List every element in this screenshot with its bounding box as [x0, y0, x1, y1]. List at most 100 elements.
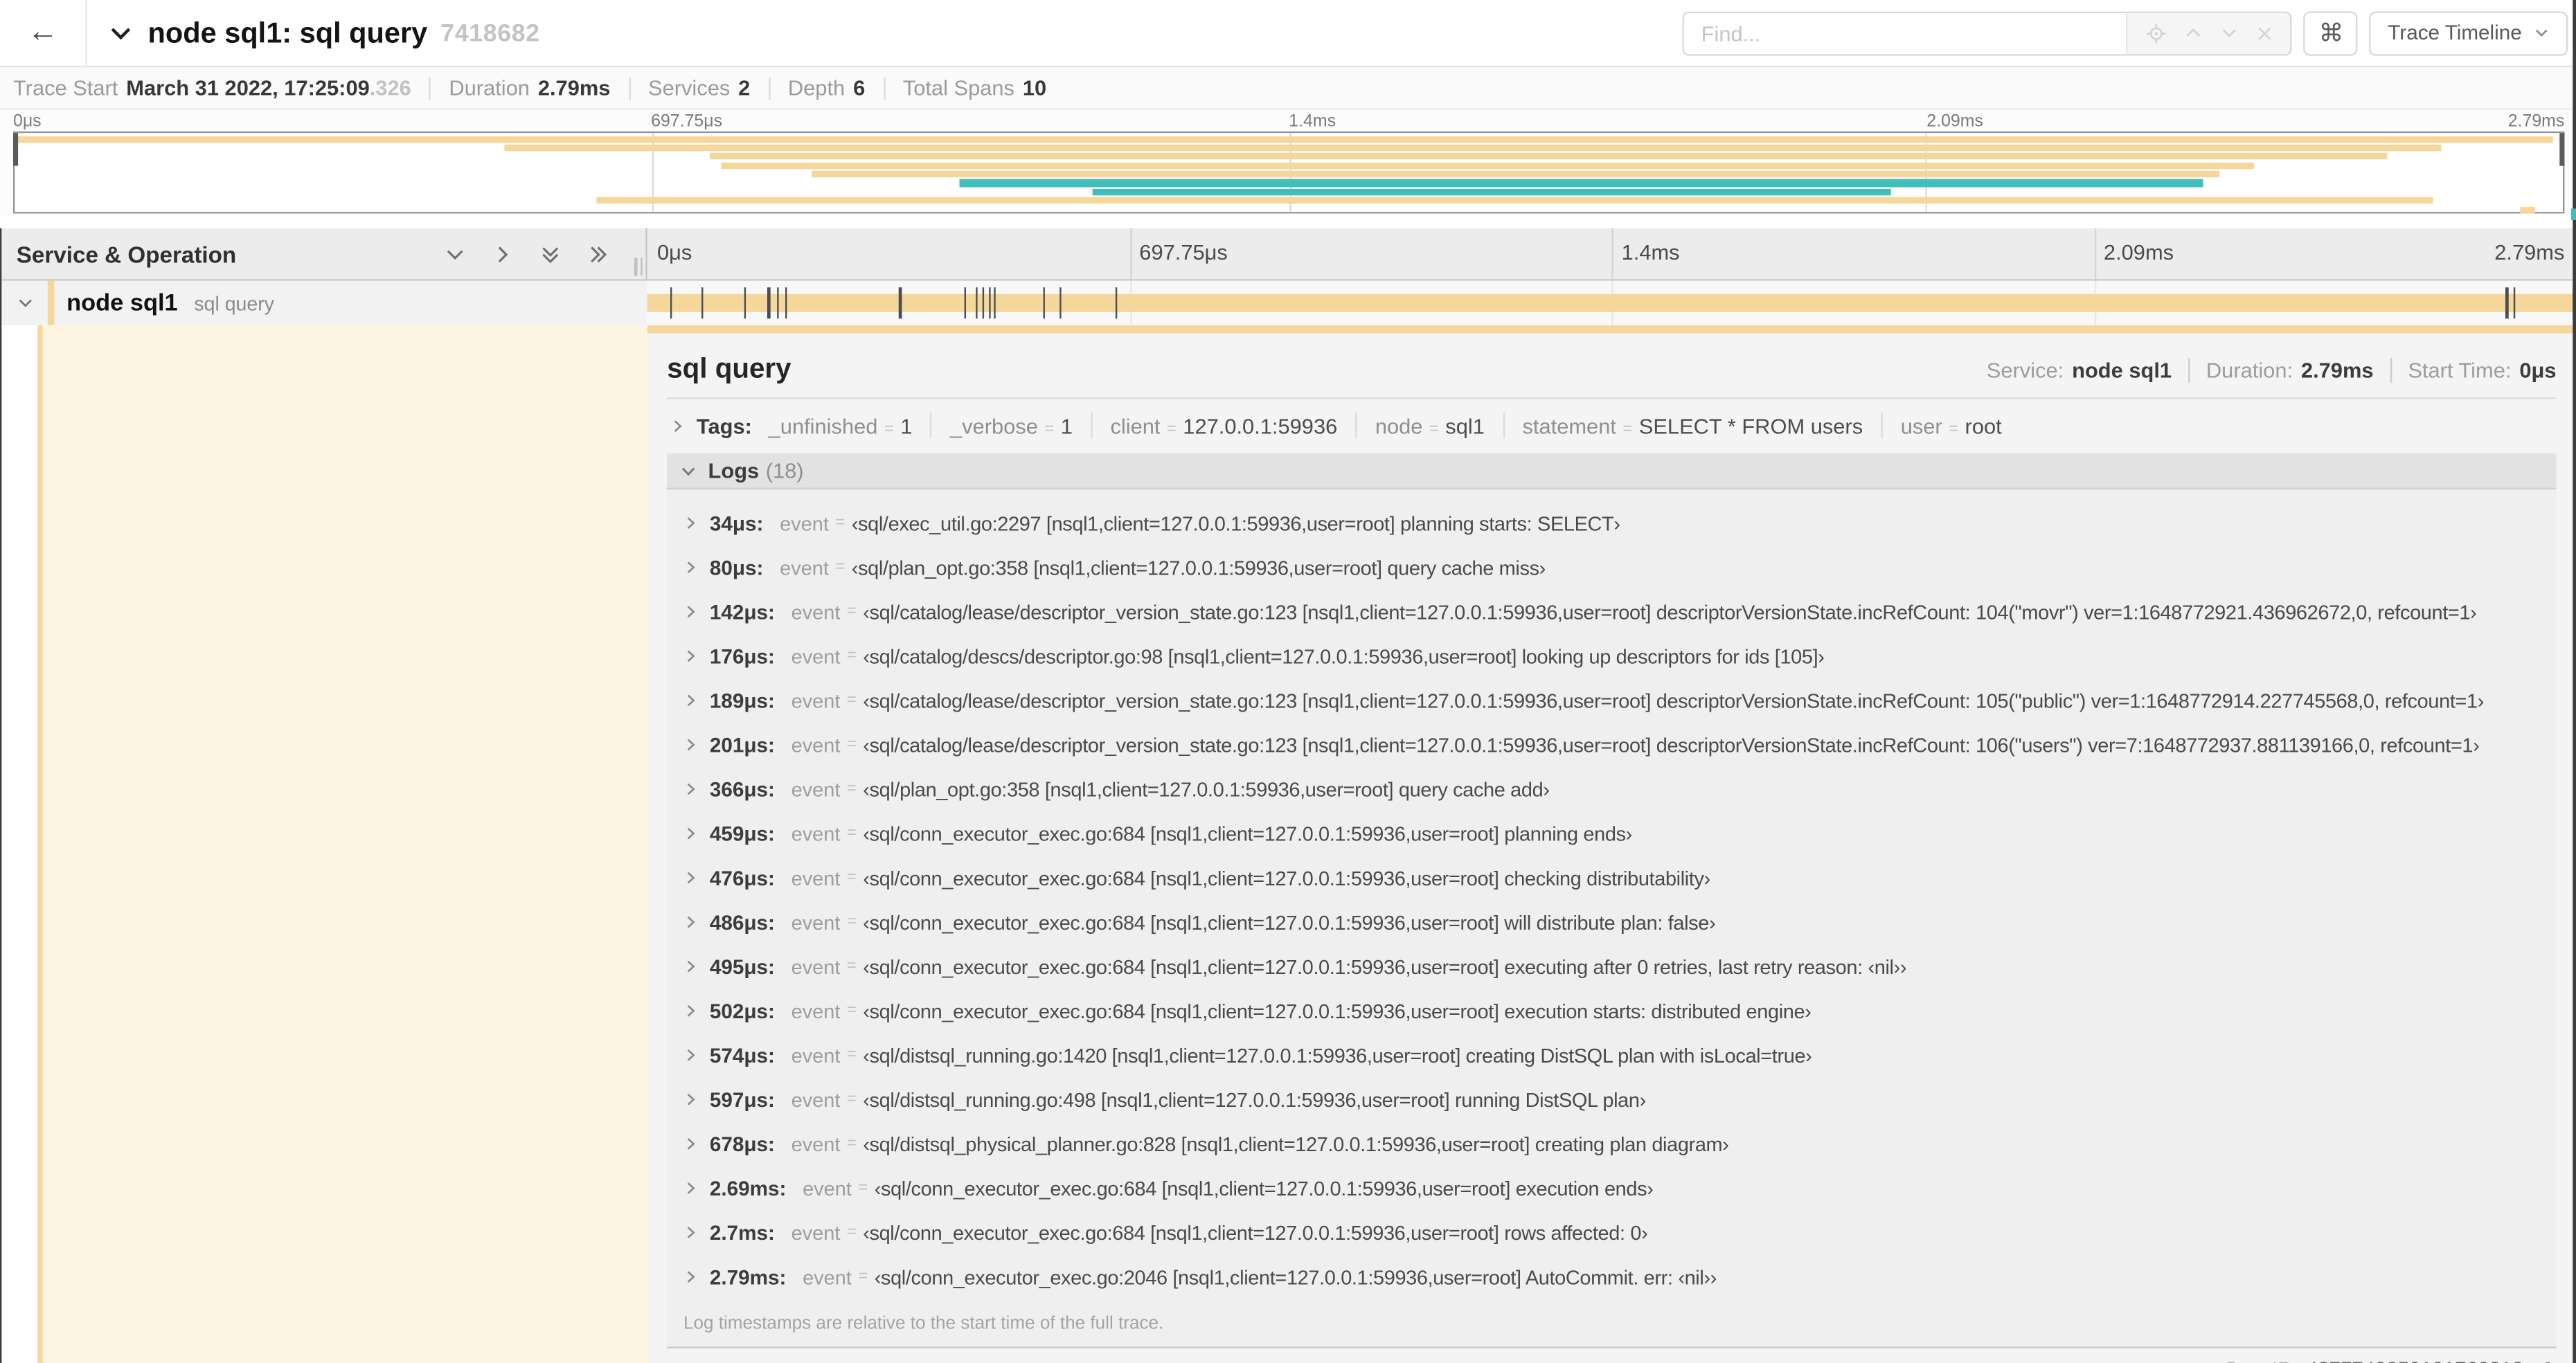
column-resize-grip[interactable] — [634, 258, 643, 276]
trace-minimap: 0μs 697.75μs 1.4ms 2.09ms 2.79ms — [0, 109, 2576, 215]
minimap-span-row — [15, 161, 2563, 170]
tag-item[interactable]: node = sql1 — [1375, 413, 1485, 438]
tags-toggle-row[interactable]: Tags: _unfinished = 1 _verbose = 1 client = 127.… — [667, 404, 2556, 447]
minimap-right-scrubber[interactable] — [2559, 133, 2565, 166]
deep-link-icon[interactable] — [2533, 1359, 2555, 1363]
minimap-canvas[interactable] — [12, 131, 2565, 214]
log-equals: = — [846, 913, 857, 932]
trace-timeline-label: Trace Timeline — [2388, 21, 2522, 45]
log-chevron-right-icon — [683, 737, 698, 752]
log-row[interactable]: 80μs: event = ‹sql/plan_opt.go:358 [nsql1,c… — [667, 545, 2556, 590]
minimap-span-row — [15, 179, 2563, 188]
detail-operation-title: sql query — [667, 353, 791, 385]
log-row[interactable]: 476μs: event = ‹sql/conn_executor_exec.go:6… — [667, 856, 2556, 900]
log-row[interactable]: 678μs: event = ‹sql/distsql_physical_planne… — [667, 1121, 2556, 1166]
trace-expander-chevron-down-icon[interactable] — [109, 21, 134, 46]
logs-toggle-header[interactable]: Logs (18) — [667, 453, 2557, 489]
span-name-cell: node sql1 sql query — [1, 280, 647, 325]
log-row[interactable]: 2.79ms: event = ‹sql/conn_executor_exec.go:… — [667, 1255, 2556, 1299]
log-equals: = — [846, 647, 857, 665]
log-row[interactable]: 597μs: event = ‹sql/distsql_running.go:498 … — [667, 1077, 2556, 1121]
tag-value: sql1 — [1445, 413, 1485, 438]
log-field-key: event — [791, 1132, 841, 1156]
tag-key: node — [1375, 413, 1423, 438]
span-duration-bar[interactable] — [647, 294, 2576, 312]
log-row[interactable]: 495μs: event = ‹sql/conn_executor_exec.go:6… — [667, 944, 2556, 989]
keyboard-shortcuts-button[interactable]: ⌘ — [2304, 10, 2359, 55]
log-timestamp: 476μs: — [709, 866, 775, 890]
back-button[interactable]: ← — [0, 0, 87, 67]
tag-item[interactable]: client = 127.0.0.1:59936 — [1110, 413, 1337, 438]
minimap-span-rows — [15, 135, 2563, 213]
timeline-ruler-tick: 2.79ms — [2494, 240, 2565, 264]
find-clear-x-icon[interactable] — [2256, 24, 2274, 42]
log-row[interactable]: 34μs: event = ‹sql/exec_util.go:2297 [nsql1… — [667, 501, 2556, 545]
log-marker-tick — [785, 287, 787, 319]
log-timestamp: 142μs: — [709, 600, 775, 624]
log-field-value: ‹sql/conn_executor_exec.go:684 [nsql1,cl… — [863, 999, 1812, 1022]
minimap-ruler-tick: 1.4ms — [1289, 111, 1336, 132]
log-row[interactable]: 574μs: event = ‹sql/distsql_running.go:1420… — [667, 1033, 2556, 1077]
log-row[interactable]: 502μs: event = ‹sql/conn_executor_exec.go:6… — [667, 989, 2556, 1033]
log-timestamp: 597μs: — [709, 1087, 775, 1111]
service-operation-header: Service & Operation — [1, 228, 647, 281]
log-marker-tick — [670, 287, 672, 319]
tag-equals: = — [1622, 419, 1633, 438]
collapse-one-chevron-down-icon[interactable] — [444, 242, 467, 265]
log-row[interactable]: 189μs: event = ‹sql/catalog/lease/descripto… — [667, 678, 2556, 723]
log-field-value: ‹sql/catalog/lease/descriptor_version_st… — [863, 733, 2480, 757]
trace-timeline-page: ← node sql1: sql query 7418682 Find... ⌘… — [0, 0, 2576, 1363]
tag-item[interactable]: statement = SELECT * FROM users — [1522, 413, 1863, 438]
log-marker-tick — [2505, 287, 2508, 319]
minimap-left-scrubber[interactable] — [12, 133, 19, 166]
duration-value: 2.79ms — [537, 75, 611, 100]
tag-item[interactable]: user = root — [1901, 413, 2002, 438]
log-chevron-right-icon — [683, 1048, 698, 1063]
tag-key: _unfinished — [768, 413, 878, 438]
log-row[interactable]: 459μs: event = ‹sql/conn_executor_exec.go:6… — [667, 811, 2556, 856]
tag-value: root — [1965, 413, 2002, 438]
logs-footnote: Log timestamps are relative to the start… — [683, 1313, 1164, 1334]
log-row[interactable]: 201μs: event = ‹sql/catalog/lease/descripto… — [667, 723, 2556, 767]
log-timestamp: 678μs: — [709, 1132, 775, 1156]
log-marker-tick — [1043, 287, 1046, 319]
log-row[interactable]: 176μs: event = ‹sql/catalog/descs/descripto… — [667, 634, 2556, 678]
log-field-value: ‹sql/conn_executor_exec.go:2046 [nsql1,c… — [874, 1265, 1717, 1289]
find-prev-chevron-up-icon[interactable] — [2183, 23, 2203, 42]
log-field-value: ‹sql/conn_executor_exec.go:684 [nsql1,cl… — [863, 955, 1907, 978]
span-expander-chevron-down-icon[interactable] — [17, 294, 35, 312]
log-row[interactable]: 142μs: event = ‹sql/catalog/lease/descripto… — [667, 590, 2556, 634]
find-input[interactable] — [1683, 10, 2127, 55]
log-marker-tick — [899, 287, 902, 319]
log-field-key: event — [791, 1043, 841, 1067]
tag-item[interactable]: _unfinished = 1 — [769, 413, 913, 438]
expand-all-double-chevron-right-icon[interactable] — [587, 242, 609, 265]
trace-timeline-dropdown[interactable]: Trace Timeline — [2370, 10, 2568, 55]
log-field-key: event — [780, 512, 829, 535]
locate-icon[interactable] — [2145, 22, 2167, 44]
trace-start-value: March 31 2022, 17:25:09.326 — [126, 75, 411, 100]
log-timestamp: 459μs: — [709, 822, 775, 845]
log-row[interactable]: 2.7ms: event = ‹sql/conn_executor_exec.go:6… — [667, 1210, 2556, 1254]
log-field-value: ‹sql/conn_executor_exec.go:684 [nsql1,cl… — [874, 1176, 1654, 1200]
log-field-key: event — [791, 644, 841, 668]
log-timestamp: 80μs: — [709, 556, 764, 579]
tag-item[interactable]: _verbose = 1 — [950, 413, 1073, 438]
expand-one-chevron-right-icon[interactable] — [491, 242, 514, 265]
find-next-chevron-down-icon[interactable] — [2219, 23, 2239, 42]
log-chevron-right-icon — [683, 914, 698, 929]
span-id-row: SpanID: 4877749850101760812 — [667, 1348, 2556, 1363]
log-row[interactable]: 486μs: event = ‹sql/conn_executor_exec.go:6… — [667, 900, 2556, 944]
log-row[interactable]: 366μs: event = ‹sql/plan_opt.go:358 [nsql1,… — [667, 767, 2556, 811]
services-value: 2 — [738, 75, 751, 100]
log-marker-tick — [1115, 287, 1117, 319]
duration-label: Duration: — [2206, 357, 2293, 382]
log-marker-tick — [776, 287, 779, 319]
minimap-span-row — [15, 143, 2563, 152]
log-timestamp: 574μs: — [709, 1043, 775, 1067]
log-row[interactable]: 2.69ms: event = ‹sql/conn_executor_exec.go:… — [667, 1166, 2556, 1210]
trace-start-label: Trace Start — [12, 75, 118, 100]
collapse-all-double-chevron-down-icon[interactable] — [539, 242, 562, 265]
log-equals: = — [846, 1090, 857, 1109]
span-row[interactable]: node sql1 sql query — [1, 280, 2576, 325]
